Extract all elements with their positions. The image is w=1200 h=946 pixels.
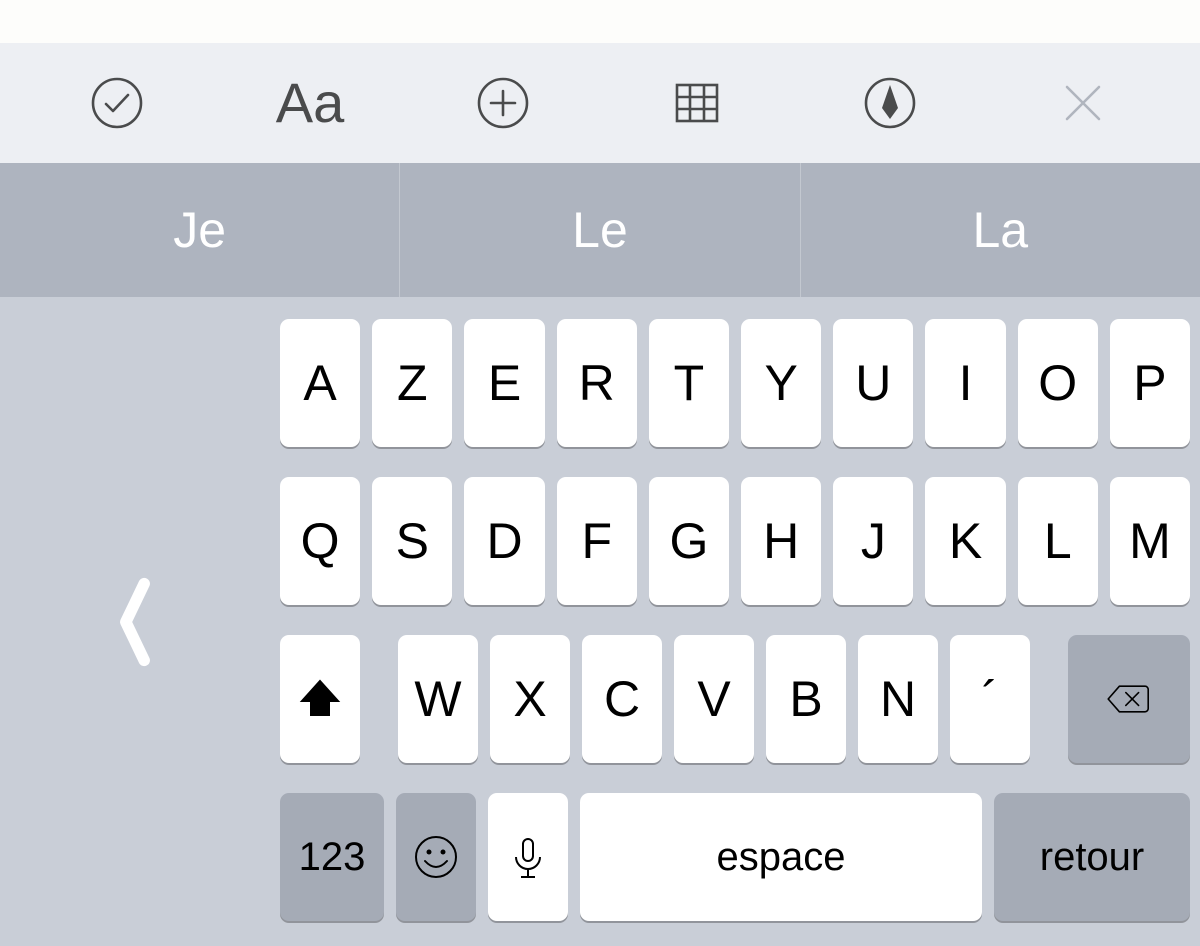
chevron-left-icon [110, 567, 160, 677]
key-p[interactable]: P [1110, 319, 1190, 447]
shift-key[interactable] [280, 635, 360, 763]
microphone-icon [504, 833, 552, 881]
keyboard-shift-zone[interactable] [0, 297, 270, 946]
key-d[interactable]: D [464, 477, 544, 605]
add-button[interactable] [463, 63, 543, 143]
key-x[interactable]: X [490, 635, 570, 763]
draw-button[interactable] [850, 63, 930, 143]
key-f[interactable]: F [557, 477, 637, 605]
key-r[interactable]: R [557, 319, 637, 447]
backspace-key[interactable] [1068, 635, 1190, 763]
key-t[interactable]: T [649, 319, 729, 447]
emoji-icon [412, 833, 460, 881]
key-c[interactable]: C [582, 635, 662, 763]
key-a[interactable]: A [280, 319, 360, 447]
return-key[interactable]: retour [994, 793, 1190, 921]
close-icon [1055, 75, 1111, 131]
prediction-2[interactable]: Le [400, 163, 800, 297]
key-o[interactable]: O [1018, 319, 1098, 447]
aa-icon: Aa [276, 75, 345, 131]
keyboard: A Z E R T Y U I O P Q S D F G H J K L M [0, 297, 1200, 946]
check-circle-icon [89, 75, 145, 131]
key-row-2: Q S D F G H J K L M [280, 477, 1190, 605]
text-format-button[interactable]: Aa [270, 63, 350, 143]
key-u[interactable]: U [833, 319, 913, 447]
close-button[interactable] [1043, 63, 1123, 143]
key-m[interactable]: M [1110, 477, 1190, 605]
key-n[interactable]: N [858, 635, 938, 763]
backspace-icon [1105, 675, 1153, 723]
table-icon [669, 75, 725, 131]
key-row-3: W X C V B N ´ [280, 635, 1190, 763]
key-q[interactable]: Q [280, 477, 360, 605]
key-i[interactable]: I [925, 319, 1005, 447]
predictive-bar: Je Le La [0, 163, 1200, 297]
key-row-1: A Z E R T Y U I O P [280, 319, 1190, 447]
key-v[interactable]: V [674, 635, 754, 763]
content-area [0, 0, 1200, 43]
key-j[interactable]: J [833, 477, 913, 605]
shift-icon [296, 675, 344, 723]
key-e[interactable]: E [464, 319, 544, 447]
key-b[interactable]: B [766, 635, 846, 763]
key-y[interactable]: Y [741, 319, 821, 447]
numbers-key[interactable]: 123 [280, 793, 384, 921]
prediction-3[interactable]: La [801, 163, 1200, 297]
key-h[interactable]: H [741, 477, 821, 605]
prediction-1[interactable]: Je [0, 163, 400, 297]
key-k[interactable]: K [925, 477, 1005, 605]
key-w[interactable]: W [398, 635, 478, 763]
dictation-key[interactable] [488, 793, 568, 921]
space-key[interactable]: espace [580, 793, 982, 921]
pen-circle-icon [862, 75, 918, 131]
emoji-key[interactable] [396, 793, 476, 921]
checklist-button[interactable] [77, 63, 157, 143]
key-accent[interactable]: ´ [950, 635, 1030, 763]
key-g[interactable]: G [649, 477, 729, 605]
key-row-4: 123 espace retour [280, 793, 1190, 921]
key-s[interactable]: S [372, 477, 452, 605]
key-z[interactable]: Z [372, 319, 452, 447]
key-l[interactable]: L [1018, 477, 1098, 605]
editor-toolbar: Aa [0, 43, 1200, 163]
table-button[interactable] [657, 63, 737, 143]
plus-circle-icon [475, 75, 531, 131]
